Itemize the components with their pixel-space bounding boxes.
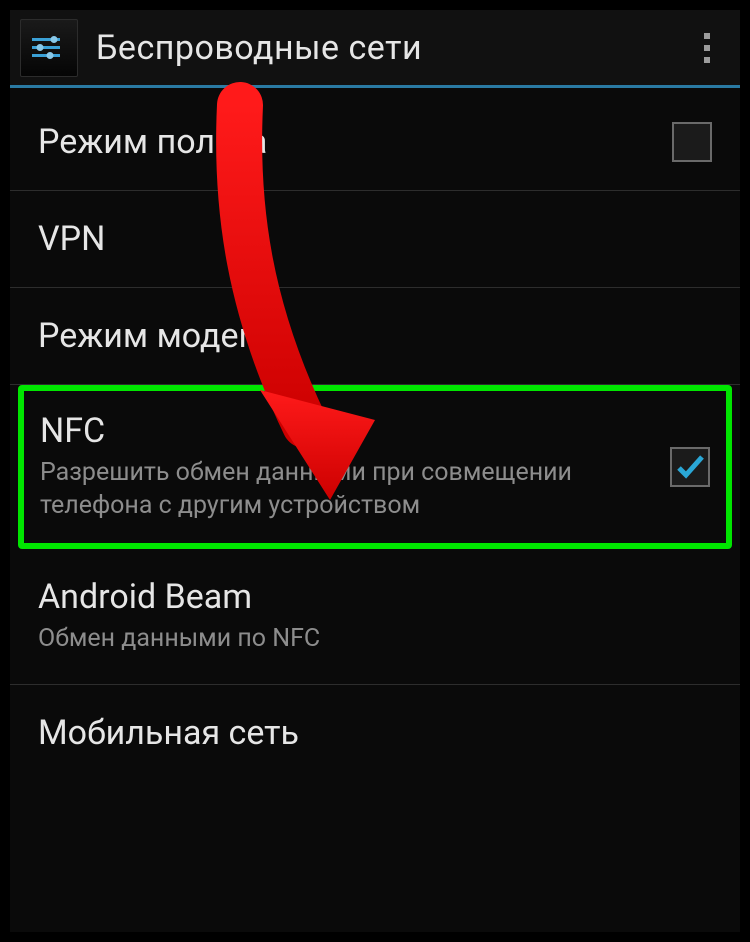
airplane-checkbox[interactable] — [672, 122, 712, 162]
row-label: VPN — [38, 219, 692, 259]
action-bar: Беспроводные сети — [10, 10, 740, 88]
nfc-checkbox[interactable] — [670, 447, 710, 487]
row-label: Режим модема — [38, 316, 692, 356]
row-nfc[interactable]: NFC Разрешить обмен данными при совмещен… — [20, 387, 730, 547]
row-label: NFC — [40, 411, 650, 451]
row-mobile-network[interactable]: Мобильная сеть — [10, 685, 740, 781]
row-label: Android Beam — [38, 577, 692, 617]
settings-list: Режим полета VPN Режим модема NFC Разреш… — [10, 88, 740, 781]
screen-frame: Беспроводные сети Режим полета VPN Режим… — [0, 0, 750, 942]
row-airplane-mode[interactable]: Режим полета — [10, 94, 740, 191]
row-subtitle: Обмен данными по NFC — [38, 623, 692, 656]
row-label: Мобильная сеть — [38, 713, 692, 753]
row-android-beam[interactable]: Android Beam Обмен данными по NFC — [10, 549, 740, 685]
overflow-menu-icon[interactable] — [692, 24, 722, 72]
row-tethering[interactable]: Режим модема — [10, 288, 740, 385]
row-label: Режим полета — [38, 122, 652, 162]
row-vpn[interactable]: VPN — [10, 191, 740, 288]
row-subtitle: Разрешить обмен данными при совмещении т… — [40, 457, 650, 522]
page-title: Беспроводные сети — [96, 28, 422, 68]
back-with-settings-icon[interactable] — [20, 19, 78, 77]
